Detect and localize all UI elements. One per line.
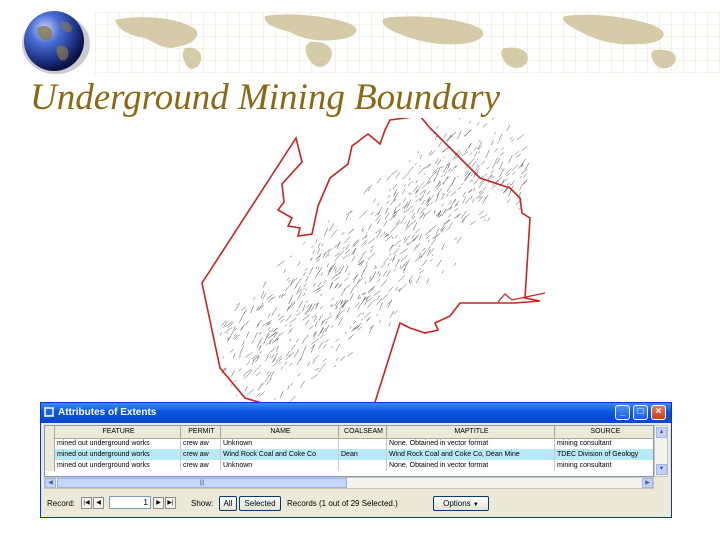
table-icon: ▦ xyxy=(44,407,54,417)
options-label: Options xyxy=(443,499,471,508)
cell-permit[interactable]: crew aw xyxy=(181,438,221,449)
row-selector[interactable] xyxy=(45,449,55,460)
cell-maptitle[interactable]: None. Obtained in vector format xyxy=(387,460,555,471)
table-footer: Record: |◀ ◀ 1 ▶ ▶| Show: All Selected R… xyxy=(41,493,671,515)
cell-maptitle[interactable]: None. Obtained in vector format xyxy=(387,438,555,449)
scroll-left-icon[interactable]: ◀ xyxy=(45,478,56,488)
cell-maptitle[interactable]: Wind Rock Coal and Coke Co, Dean Mine xyxy=(387,449,555,460)
show-label: Show: xyxy=(191,499,214,508)
first-record-icon[interactable]: |◀ xyxy=(81,497,92,509)
cell-name[interactable]: Wind Rock Coal and Coke Co xyxy=(221,449,339,460)
table-row-selected[interactable]: mined out underground works crew aw Wind… xyxy=(45,449,653,460)
column-header-maptitle[interactable]: MAPTITLE xyxy=(387,426,555,438)
cell-source[interactable]: TDEC Division of Geology xyxy=(555,449,653,460)
show-all-button[interactable]: All xyxy=(219,496,237,511)
window-title: Attributes of Extents xyxy=(58,407,157,418)
header-row-selector xyxy=(45,426,55,438)
minimize-button[interactable]: _ xyxy=(615,405,630,420)
cell-coalseam[interactable] xyxy=(339,438,387,449)
boundary-outline xyxy=(201,118,541,408)
horizontal-scrollbar[interactable]: ◀ ||| ▶ xyxy=(44,477,654,489)
record-label: Record: xyxy=(47,499,76,508)
globe-icon xyxy=(22,11,90,74)
attributes-window[interactable]: ▦ Attributes of Extents _ □ × FEATURE PE… xyxy=(40,402,672,518)
scroll-down-icon[interactable]: ▼ xyxy=(656,464,667,475)
column-header-name[interactable]: NAME xyxy=(221,426,339,438)
cell-source[interactable]: mining consultant xyxy=(555,460,653,471)
table-row[interactable]: mined out underground works crew aw Unkn… xyxy=(45,460,653,471)
row-selector[interactable] xyxy=(45,460,55,471)
vertical-scrollbar[interactable]: ▲ ▼ xyxy=(654,425,668,477)
column-header-feature[interactable]: FEATURE xyxy=(55,426,181,438)
cell-feature[interactable]: mined out underground works xyxy=(55,449,181,460)
mining-boundary-map xyxy=(201,118,546,408)
mine-workings-contours xyxy=(219,118,530,408)
record-number-input[interactable]: 1 xyxy=(109,496,151,509)
close-button[interactable]: × xyxy=(651,405,666,420)
table-row[interactable]: mined out underground works crew aw Unkn… xyxy=(45,438,653,449)
cell-coalseam[interactable]: Dean xyxy=(339,449,387,460)
cell-source[interactable]: mining consultant xyxy=(555,438,653,449)
slide-title: Underground Mining Boundary xyxy=(30,77,500,118)
slide: Underground Mining Boundary ▦ Attributes… xyxy=(0,0,720,540)
column-header-permit[interactable]: PERMIT xyxy=(181,426,221,438)
cell-permit[interactable]: crew aw xyxy=(181,449,221,460)
previous-record-icon[interactable]: ◀ xyxy=(93,497,104,509)
cell-feature[interactable]: mined out underground works xyxy=(55,460,181,471)
cell-name[interactable]: Unknown xyxy=(221,438,339,449)
world-map-banner xyxy=(95,12,720,74)
next-record-icon[interactable]: ▶ xyxy=(153,497,164,509)
attribute-table[interactable]: FEATURE PERMIT NAME COALSEAM MAPTITLE SO… xyxy=(44,425,654,477)
cell-name[interactable]: Unknown xyxy=(221,460,339,471)
scroll-up-icon[interactable]: ▲ xyxy=(656,427,667,438)
window-titlebar[interactable]: ▦ Attributes of Extents _ □ × xyxy=(41,403,671,423)
cell-feature[interactable]: mined out underground works xyxy=(55,438,181,449)
last-record-icon[interactable]: ▶| xyxy=(165,497,176,509)
options-button[interactable]: Options ▼ xyxy=(433,496,489,511)
maximize-button[interactable]: □ xyxy=(633,405,648,420)
scroll-thumb[interactable]: ||| xyxy=(57,478,347,488)
column-header-coalseam[interactable]: COALSEAM xyxy=(339,426,387,438)
show-selected-button[interactable]: Selected xyxy=(239,496,281,511)
row-selector[interactable] xyxy=(45,438,55,449)
scroll-right-icon[interactable]: ▶ xyxy=(642,478,653,488)
cell-coalseam[interactable] xyxy=(339,460,387,471)
records-count-text: Records (1 out of 29 Selected.) xyxy=(287,499,398,508)
column-header-source[interactable]: SOURCE xyxy=(555,426,653,438)
dropdown-arrow-icon: ▼ xyxy=(472,502,479,508)
cell-permit[interactable]: crew aw xyxy=(181,460,221,471)
